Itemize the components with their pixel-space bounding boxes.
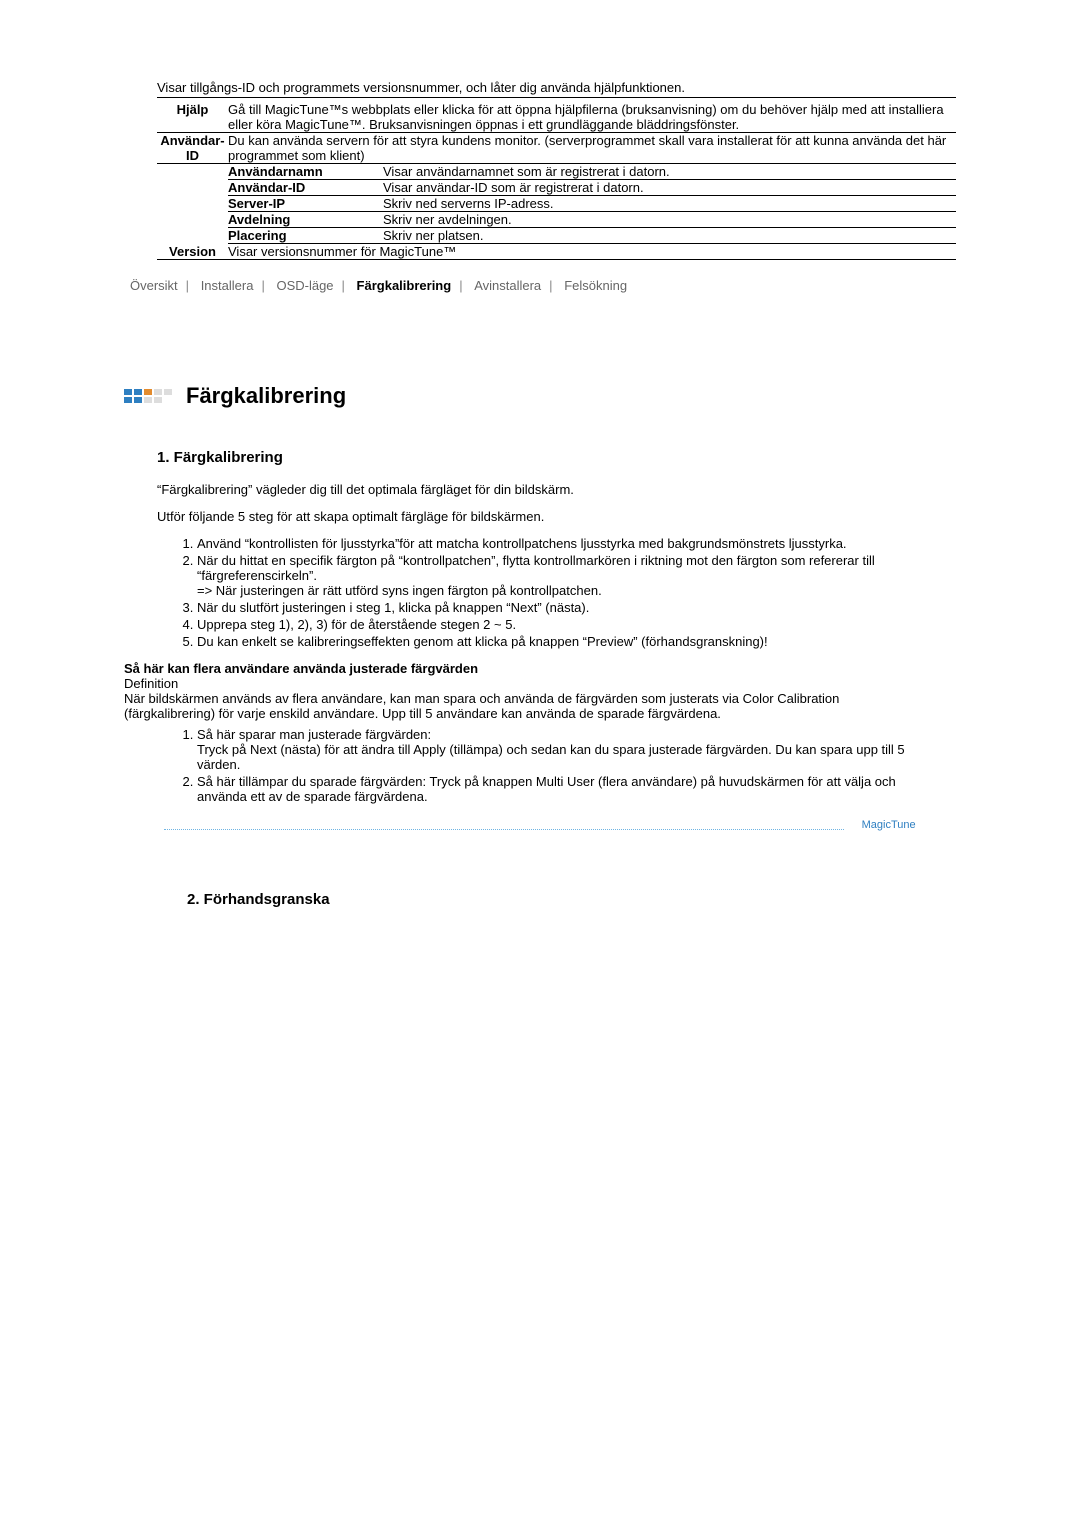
multi-item: Så här tillämpar du sparade färgvärden: … bbox=[197, 774, 917, 804]
multi-list: Så här sparar man justerade färgvärden: … bbox=[157, 727, 917, 804]
sub-label-username: Användarnamn bbox=[228, 164, 383, 180]
row-body-userid: Du kan använda servern för att styra kun… bbox=[228, 133, 956, 164]
section-title: Färgkalibrering bbox=[186, 383, 346, 409]
sub-label-dept: Avdelning bbox=[228, 212, 383, 228]
tab-install[interactable]: Installera bbox=[195, 278, 260, 293]
sub-label-serverip: Server-IP bbox=[228, 196, 383, 212]
row-label-userid: Användar-ID bbox=[157, 133, 228, 164]
subheading-1: 1. Färgkalibrering bbox=[157, 449, 917, 466]
tab-color[interactable]: Färgkalibrering bbox=[351, 278, 458, 293]
magictune-logo: MagicTune bbox=[862, 819, 916, 831]
multi-item: Så här sparar man justerade färgvärden: … bbox=[197, 727, 917, 772]
step-item: Du kan enkelt se kalibreringseffekten ge… bbox=[197, 634, 917, 649]
divider-icon bbox=[164, 829, 844, 830]
step-item: När du hittat en specifik färgton på “ko… bbox=[197, 553, 917, 598]
sub-label-userid: Användar-ID bbox=[228, 180, 383, 196]
row-label-version: Version bbox=[157, 244, 228, 260]
para-2: Utför följande 5 steg för att skapa opti… bbox=[157, 509, 917, 524]
tab-trouble[interactable]: Felsökning bbox=[558, 278, 633, 293]
sub-body-userid: Visar användar-ID som är registrerat i d… bbox=[383, 180, 956, 196]
colorbar-icon bbox=[124, 389, 172, 403]
step-item: Använd “kontrollisten för ljusstyrka”för… bbox=[197, 536, 917, 551]
step-item: Upprepa steg 1), 2), 3) för de återståen… bbox=[197, 617, 917, 632]
row-body-help: Gå till MagicTune™s webbplats eller klic… bbox=[228, 102, 956, 133]
multi-title: Så här kan flera användare använda juste… bbox=[124, 661, 917, 676]
row-label-help: Hjälp bbox=[157, 102, 228, 133]
tab-overview[interactable]: Översikt bbox=[124, 278, 184, 293]
sub-body-loc: Skriv ner platsen. bbox=[383, 228, 956, 244]
multi-def: Definition bbox=[124, 676, 917, 691]
para-1: “Färgkalibrering” vägleder dig till det … bbox=[157, 482, 917, 497]
section-header: Färgkalibrering bbox=[124, 383, 956, 409]
sub-body-serverip: Skriv ned serverns IP-adress. bbox=[383, 196, 956, 212]
sub-body-dept: Skriv ner avdelningen. bbox=[383, 212, 956, 228]
tab-nav: Översikt| Installera| OSD-läge| Färgkali… bbox=[124, 278, 956, 293]
steps-list: Använd “kontrollisten för ljusstyrka”för… bbox=[157, 536, 917, 649]
sub-body-username: Visar användarnamnet som är registrerat … bbox=[383, 164, 956, 180]
multi-para: När bildskärmen används av flera använda… bbox=[124, 691, 917, 721]
intro-text: Visar tillgångs-ID och programmets versi… bbox=[157, 80, 956, 98]
tab-osd[interactable]: OSD-läge bbox=[270, 278, 339, 293]
info-table: Hjälp Gå till MagicTune™s webbplats elle… bbox=[124, 102, 956, 260]
multi-user-block: Så här kan flera användare använda juste… bbox=[124, 661, 917, 831]
sub-label-loc: Placering bbox=[228, 228, 383, 244]
row-body-version: Visar versionsnummer för MagicTune™ bbox=[228, 244, 956, 260]
tab-uninstall[interactable]: Avinstallera bbox=[468, 278, 547, 293]
subheading-2: 2. Förhandsgranska bbox=[187, 891, 917, 908]
step-item: När du slutfört justeringen i steg 1, kl… bbox=[197, 600, 917, 615]
